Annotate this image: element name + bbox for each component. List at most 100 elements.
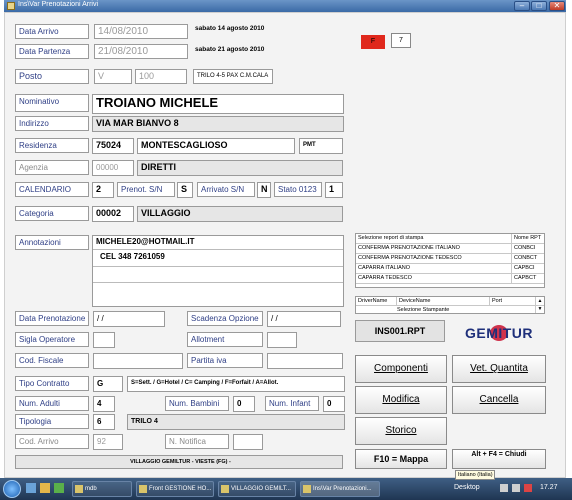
annotazioni-label: Annotazioni — [15, 235, 89, 250]
task-app-icon — [303, 485, 311, 493]
table-row[interactable]: CAPARRA ITALIANO CAPBCI — [356, 264, 544, 274]
tipo-contratto-desc: S=Sett. / G=Hotel / C= Camping / F=Forfa… — [127, 376, 345, 392]
report-table: Selezione report di stampa Nome RPT CONF… — [355, 233, 545, 288]
table-row[interactable]: CONFERMA PRENOTAZIONE ITALIANO CONBCI — [356, 244, 544, 254]
task-app-icon — [75, 485, 83, 493]
mappa-button[interactable]: F10 = Mappa — [355, 449, 447, 469]
task-front-gestione[interactable]: Front GESTIONE HO... — [136, 481, 214, 497]
citta-field[interactable]: MONTESCAGLIOSO — [137, 138, 295, 154]
stato-field[interactable]: 1 — [325, 182, 343, 198]
annotazioni-line1: MICHELE20@HOTMAIL.IT — [96, 237, 195, 246]
data-prenotazione-label: Data Prenotazione — [15, 311, 89, 326]
table-row[interactable]: CONFERMA PRENOTAZIONE TEDESCO CONBCT — [356, 254, 544, 264]
gemitur-logo: GEMITUR — [464, 325, 534, 341]
categoria-label: Categoria — [15, 206, 89, 221]
task-prenotazioni[interactable]: Ins\Var Prenotazioni... — [300, 481, 380, 497]
componenti-button[interactable]: Componenti — [355, 355, 447, 383]
folder-icon[interactable] — [40, 483, 50, 493]
printer-list-scrollbar[interactable]: ▲ ▼ — [535, 297, 544, 313]
scadenza-opzione-field[interactable]: / / — [267, 311, 341, 327]
table-row[interactable]: CAPARRA TEDESCO CAPBCT — [356, 274, 544, 284]
allotment-label: Allotment — [187, 332, 263, 347]
residenza-label: Residenza — [15, 138, 89, 153]
indirizzo-label: Indirizzo — [15, 116, 89, 131]
reservation-form: Data Arrivo 14/08/2010 sabato 14 agosto … — [4, 12, 566, 478]
start-button[interactable] — [3, 480, 21, 498]
network-icon[interactable] — [500, 484, 508, 492]
minimize-button[interactable]: – — [514, 1, 530, 11]
data-partenza-field[interactable]: 21/08/2010 — [94, 44, 188, 59]
annotazioni-field[interactable]: MICHELE20@HOTMAIL.IT CEL 348 7261059 — [92, 235, 344, 307]
posto-desc: TRILO 4-5 PAX C.M.CALA — [193, 69, 273, 84]
num-infant-field[interactable]: 0 — [323, 396, 345, 412]
num-adulti-label: Num. Adulti — [15, 396, 89, 411]
cod-fiscale-label: Cod. Fiscale — [15, 353, 89, 368]
footer-status-text: VILLAGGIO GEMILTUR - VIESTE (FG) - — [15, 455, 343, 469]
volume-icon[interactable] — [512, 484, 520, 492]
num-adulti-field[interactable]: 4 — [93, 396, 115, 412]
calendario-field[interactable]: 2 — [92, 182, 114, 198]
ie-icon[interactable] — [26, 483, 36, 493]
data-partenza-label: Data Partenza — [15, 44, 89, 59]
cod-arrivo-field[interactable]: 92 — [93, 434, 123, 450]
scadenza-opzione-label: Scadenza Opzione — [187, 311, 263, 326]
tipologia-desc: TRILO 4 — [127, 414, 345, 430]
tipo-contratto-field[interactable]: G — [93, 376, 123, 392]
data-prenotazione-field[interactable]: / / — [93, 311, 165, 327]
indirizzo-field[interactable]: VIA MAR BIANVO 8 — [92, 116, 344, 132]
desktop-toolbar[interactable]: Desktop — [454, 484, 480, 491]
arrivato-sn-label: Arrivato S/N — [197, 182, 255, 197]
tipologia-code-field[interactable]: 6 — [93, 414, 115, 430]
num-bambini-field[interactable]: 0 — [233, 396, 255, 412]
nominativo-field[interactable]: TROIANO MICHELE — [92, 94, 344, 114]
task-app-icon — [139, 485, 147, 493]
num-bambini-label: Num. Bambini — [165, 396, 229, 411]
clock[interactable]: 17.27 — [540, 484, 558, 491]
arrivato-sn-field[interactable]: N — [257, 182, 271, 198]
posto-number-field[interactable]: 100 — [135, 69, 187, 84]
window-title: Ins\Var Prenotazioni Arrivi — [18, 1, 99, 8]
flag-count: 7 — [391, 33, 411, 48]
partita-iva-label: Partita iva — [187, 353, 263, 368]
printer-col-device: DeviceName — [397, 297, 490, 305]
rpt-file-field: INS001.RPT — [355, 320, 445, 342]
storico-button[interactable]: Storico — [355, 417, 447, 445]
close-button[interactable]: ✕ — [549, 1, 565, 11]
agenzia-label: Agenzia — [15, 160, 89, 175]
agenzia-name-field[interactable]: DIRETTI — [137, 160, 343, 176]
prov-field[interactable]: PMT — [299, 138, 343, 154]
cod-fiscale-field[interactable] — [93, 353, 183, 369]
report-table-header: Selezione report di stampa Nome RPT — [356, 234, 544, 244]
media-icon[interactable] — [54, 483, 64, 493]
modifica-button[interactable]: Modifica — [355, 386, 447, 414]
task-app-icon — [221, 485, 229, 493]
partita-iva-field[interactable] — [267, 353, 343, 369]
cap-field[interactable]: 75024 — [92, 138, 134, 154]
agenzia-code-field[interactable]: 00000 — [92, 160, 134, 176]
flag-red: F — [361, 35, 385, 49]
categoria-name-field[interactable]: VILLAGGIO — [137, 206, 343, 222]
posto-code-field[interactable]: V — [94, 69, 132, 84]
vet-quantita-button[interactable]: Vet. Quantita — [452, 355, 546, 383]
prenot-sn-field[interactable]: S — [177, 182, 193, 198]
window-title-bar: Ins\Var Prenotazioni Arrivi – □ ✕ — [4, 0, 566, 12]
data-partenza-day: sabato 21 agosto 2010 — [195, 46, 265, 53]
categoria-code-field[interactable]: 00002 — [92, 206, 134, 222]
task-villaggio[interactable]: VILLAGGIO GEMILT... — [218, 481, 296, 497]
sigla-operatore-field[interactable] — [93, 332, 115, 348]
allotment-field[interactable] — [267, 332, 297, 348]
cancella-button[interactable]: Cancella — [452, 386, 546, 414]
tipologia-label: Tipologia — [15, 414, 89, 429]
printer-list[interactable]: DriverName DeviceName Port Selezione Sta… — [355, 296, 545, 314]
data-arrivo-label: Data Arrivo — [15, 24, 89, 39]
printer-row: Selezione Stampante — [397, 307, 450, 313]
n-notifica-field[interactable] — [233, 434, 263, 450]
maximize-button[interactable]: □ — [531, 1, 547, 11]
tipo-contratto-label: Tipo Contratto — [15, 376, 89, 391]
chiudi-button[interactable]: Alt + F4 = Chiudi — [452, 449, 546, 469]
security-icon[interactable] — [524, 484, 532, 492]
num-infant-label: Num. Infant — [265, 396, 319, 411]
language-tooltip: Italiano (Italia) — [455, 470, 495, 480]
task-mdb[interactable]: mdb — [72, 481, 132, 497]
data-arrivo-field[interactable]: 14/08/2010 — [94, 24, 188, 39]
